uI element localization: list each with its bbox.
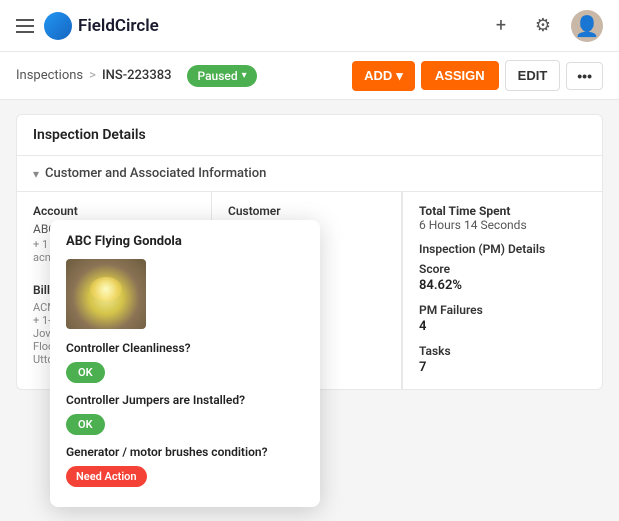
status-label: Paused [197, 69, 237, 83]
avatar-image: 👤 [575, 16, 600, 36]
breadcrumb-actions: ADD ▾ ASSIGN EDIT ••• [352, 60, 603, 91]
account-label: Account [33, 204, 195, 218]
menu-icon[interactable] [16, 19, 34, 33]
question-1-text: Controller Cleanliness? [66, 341, 304, 355]
breadcrumb-left: Inspections > INS-223383 Paused ▾ [16, 65, 257, 87]
subheader-label: Customer and Associated Information [45, 166, 266, 181]
popup-card: ABC Flying Gondola Controller Cleanlines… [50, 220, 320, 507]
chevron-icon: ▾ [33, 167, 39, 181]
question-3: Generator / motor brushes condition? Nee… [66, 445, 304, 491]
top-nav: FieldCircle + ⚙ 👤 [0, 0, 619, 52]
total-time-label: Total Time Spent [419, 204, 586, 218]
question-3-status: Need Action [66, 466, 147, 487]
brand-circle-icon [44, 12, 72, 40]
settings-icon[interactable]: ⚙ [529, 12, 557, 40]
question-2: Controller Jumpers are Installed? OK [66, 393, 304, 445]
question-1: Controller Cleanliness? OK [66, 341, 304, 393]
light-fixture-image [66, 259, 146, 329]
add-chevron-icon: ▾ [396, 68, 403, 84]
add-nav-icon[interactable]: + [487, 12, 515, 40]
light-glow [90, 277, 122, 302]
status-badge[interactable]: Paused ▾ [187, 65, 256, 87]
brand-logo[interactable]: FieldCircle [44, 12, 159, 40]
section-header: Inspection Details [17, 115, 602, 155]
pm-failures-label: PM Failures [419, 303, 586, 317]
pm-details-panel: Total Time Spent 6 Hours 14 Seconds Insp… [402, 192, 602, 389]
add-button[interactable]: ADD ▾ [352, 61, 415, 91]
section-subheader[interactable]: ▾ Customer and Associated Information [17, 156, 602, 191]
breadcrumb-parent[interactable]: Inspections [16, 68, 83, 83]
popup-image [66, 259, 146, 329]
question-1-status: OK [66, 362, 105, 383]
tasks-label: Tasks [419, 344, 586, 358]
nav-right: + ⚙ 👤 [487, 10, 603, 42]
total-time-value: 6 Hours 14 Seconds [419, 218, 586, 232]
chevron-down-icon: ▾ [242, 70, 247, 81]
more-button[interactable]: ••• [566, 62, 603, 90]
customer-label: Customer [228, 204, 385, 218]
question-2-status: OK [66, 414, 105, 435]
breadcrumb-current: INS-223383 [102, 68, 172, 83]
assign-button[interactable]: ASSIGN [421, 61, 499, 90]
brand-name: FieldCircle [78, 16, 159, 36]
question-2-text: Controller Jumpers are Installed? [66, 393, 304, 407]
pm-section-label: Inspection (PM) Details [419, 242, 586, 256]
edit-button[interactable]: EDIT [505, 60, 561, 91]
avatar[interactable]: 👤 [571, 10, 603, 42]
breadcrumb-separator: > [89, 68, 96, 83]
score-value: 84.62% [419, 278, 586, 293]
nav-left: FieldCircle [16, 12, 159, 40]
popup-title: ABC Flying Gondola [66, 234, 304, 249]
breadcrumb-bar: Inspections > INS-223383 Paused ▾ ADD ▾ … [0, 52, 619, 100]
tasks-value: 7 [419, 360, 586, 375]
score-label: Score [419, 262, 586, 276]
question-3-text: Generator / motor brushes condition? [66, 445, 304, 459]
pm-failures-value: 4 [419, 319, 586, 334]
